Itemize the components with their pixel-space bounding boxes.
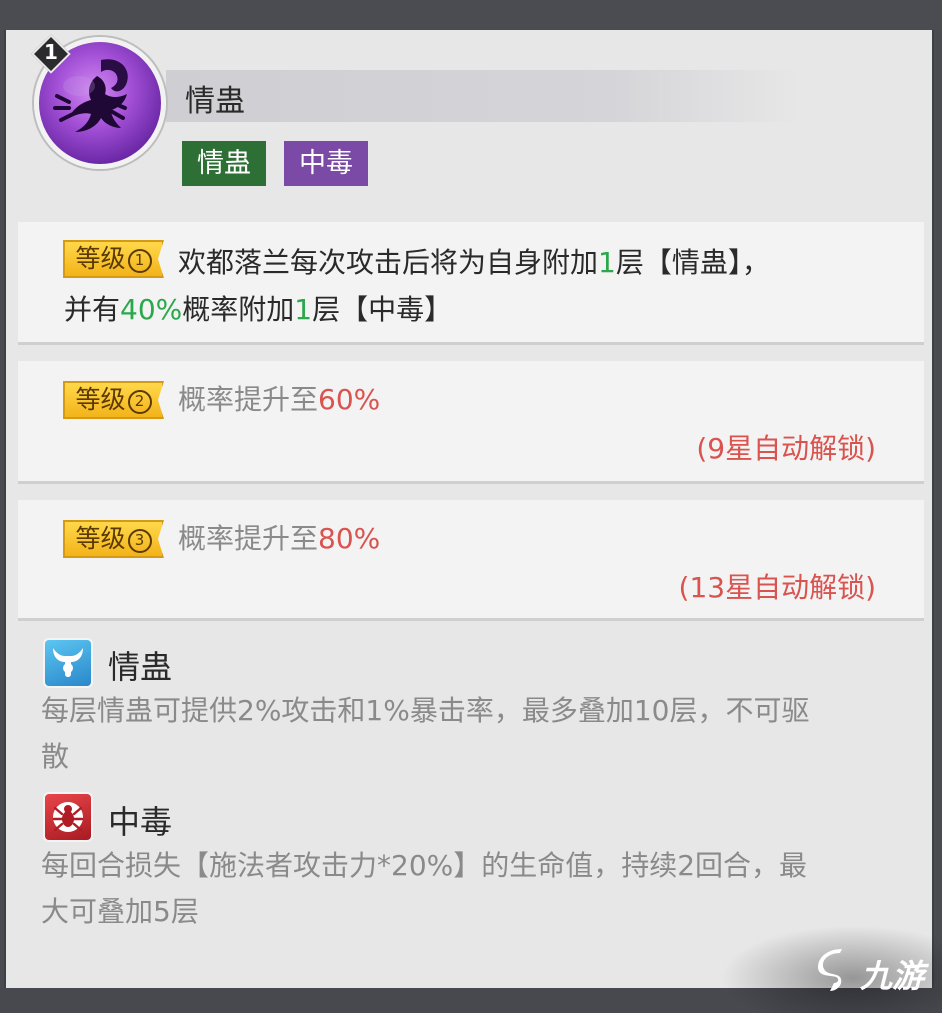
spider-icon xyxy=(43,792,93,842)
highlight-value: 40% xyxy=(120,293,183,326)
level-badge-label: 等级 xyxy=(75,524,126,553)
watermark: 九游 xyxy=(720,925,942,1013)
effect-qinggu-description: 每层情蛊可提供2%攻击和1%暴击率，最多叠加10层，不可驱 散 xyxy=(41,688,911,780)
text-part: 概率附加 xyxy=(182,293,295,326)
description-line: 每回合损失【施法者攻击力*20%】的生命值，持续2回合，最 xyxy=(41,849,808,882)
level-1-badge: 等级 1 xyxy=(63,240,164,278)
level-3-description: 概率提升至80% xyxy=(178,516,380,562)
level-badge-number: 3 xyxy=(127,529,152,553)
skill-title: 情蛊 xyxy=(185,84,245,119)
level-2-badge: 等级 2 xyxy=(63,381,164,419)
watermark-text: 九游 xyxy=(860,957,925,995)
skill-icon-container[interactable]: 1 xyxy=(30,33,166,169)
highlight-value: 1 xyxy=(598,246,616,279)
text-part: 并有 xyxy=(64,293,121,326)
text-part: 欢都落兰每次攻击后将为自身附加 xyxy=(178,246,599,279)
level-badge-label: 等级 xyxy=(75,385,126,414)
highlight-value: 60% xyxy=(318,383,381,416)
level-2-unlock-note: (9星自动解锁) xyxy=(696,432,876,465)
level-badge-number: 2 xyxy=(127,390,152,414)
level-3-unlock-note: (13星自动解锁) xyxy=(678,571,876,604)
tag-qinggu: 情蛊 xyxy=(182,141,266,186)
highlight-value: 80% xyxy=(318,522,381,555)
level-2-description: 概率提升至60% xyxy=(178,377,380,423)
text-part: 概率提升至 xyxy=(178,522,319,555)
jiuyou-logo-icon xyxy=(818,949,842,991)
effect-poison-title: 中毒 xyxy=(108,803,173,841)
level-row-3: 等级 3 概率提升至80% (13星自动解锁) xyxy=(18,500,924,621)
skill-level-number: 1 xyxy=(44,40,58,64)
bull-horns-icon xyxy=(43,638,93,688)
text-part: 层【中毒】 xyxy=(312,293,453,326)
skill-level-badge: 1 xyxy=(31,34,71,74)
level-row-2: 等级 2 概率提升至60% (9星自动解锁) xyxy=(18,361,924,484)
description-line: 每层情蛊可提供2%攻击和1%暴击率，最多叠加10层，不可驱 xyxy=(41,694,810,727)
level-1-description-line1: 欢都落兰每次攻击后将为自身附加1层【情蛊】， xyxy=(178,240,770,286)
description-line: 散 xyxy=(41,740,70,773)
highlight-value: 1 xyxy=(294,293,313,326)
level-row-1: 等级 1 欢都落兰每次攻击后将为自身附加1层【情蛊】， 并有40%概率附加1层【中… xyxy=(18,222,924,345)
effect-poison-description: 每回合损失【施法者攻击力*20%】的生命值，持续2回合，最 大可叠加5层 xyxy=(41,843,911,935)
level-badge-number: 1 xyxy=(127,249,152,273)
level-3-badge: 等级 3 xyxy=(63,520,164,558)
tag-poison: 中毒 xyxy=(284,141,368,186)
text-part: 概率提升至 xyxy=(178,383,319,416)
level-1-description-line2: 并有40%概率附加1层【中毒】 xyxy=(64,287,452,333)
level-badge-label: 等级 xyxy=(75,244,126,273)
top-bar xyxy=(0,0,942,30)
skill-name-bar xyxy=(166,70,802,122)
text-part: 层【情蛊】， xyxy=(615,246,770,279)
effect-qinggu-title: 情蛊 xyxy=(108,648,173,686)
